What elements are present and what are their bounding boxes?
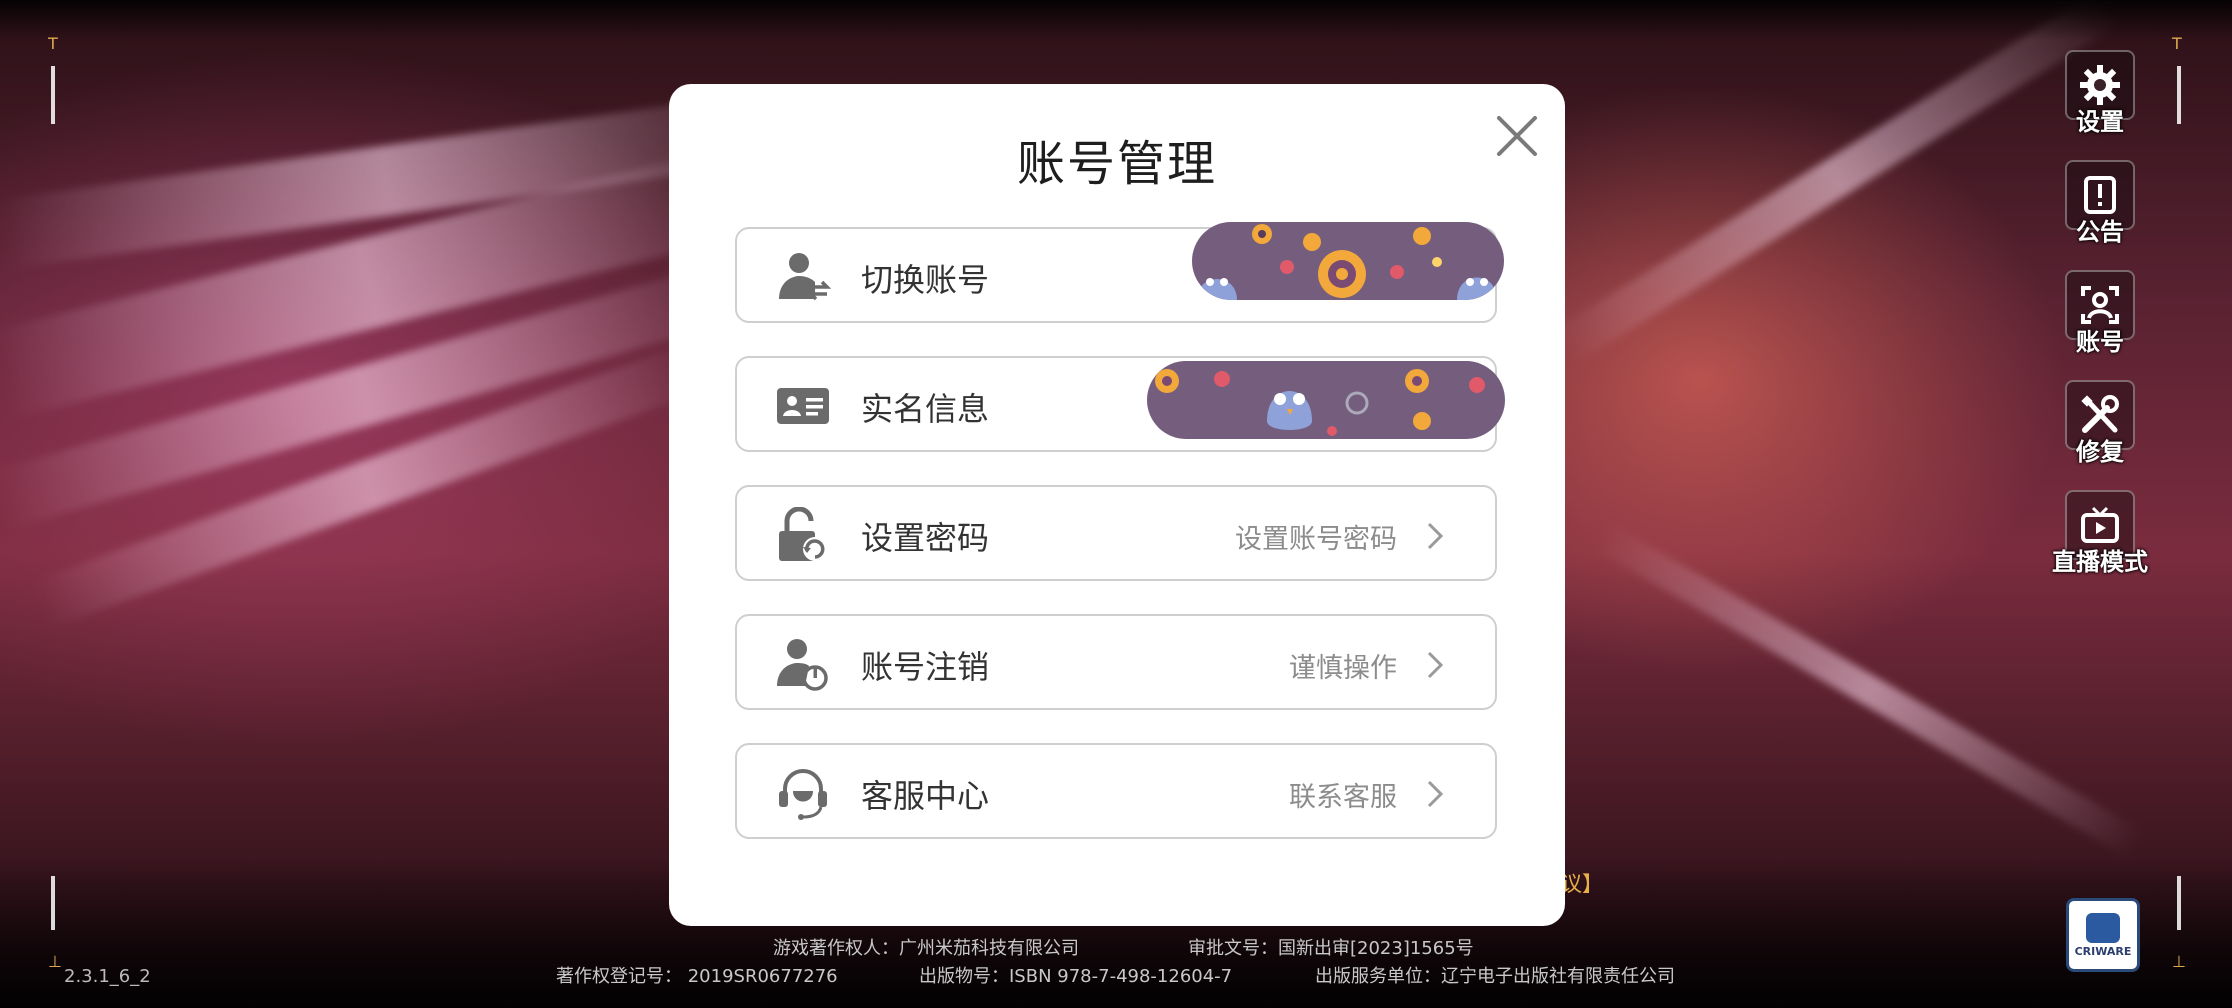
isbn-number: 出版物号：ISBN 978-7-498-12604-7: [919, 966, 1233, 987]
frame-corner-top-left: T: [48, 34, 58, 53]
headset-icon: [779, 769, 827, 820]
copyright-owner: 游戏著作权人：广州米茄科技有限公司: [773, 938, 1079, 959]
row-label: 设置密码: [861, 519, 990, 557]
redaction-sticker-realname: [1147, 361, 1505, 439]
account-management-dialog: 账号管理 切换账号 实名信息 设置密码 设置账号密码 账号注销 谨慎操作 客服中…: [669, 84, 1565, 926]
dialog-title: 账号管理: [1016, 136, 1217, 192]
sidebar-live-mode-button[interactable]: 直播模式: [2048, 490, 2152, 577]
sidebar-item-label: 直播模式: [2052, 548, 2148, 576]
row-hint: 设置账号密码: [1235, 524, 1397, 555]
row-hint: 联系客服: [1289, 782, 1397, 813]
frame-line-right-bottom: [2177, 876, 2181, 930]
frame-line-right-top: [2177, 66, 2181, 124]
user-power-icon: [777, 639, 828, 691]
criware-badge: CRIWARE: [2066, 898, 2140, 972]
sidebar-item-label: 公告: [2076, 218, 2124, 246]
frame-corner-bottom-left: ⊥: [48, 952, 62, 971]
sidebar-item-label: 修复: [2076, 438, 2124, 466]
sidebar-account-button[interactable]: 账号: [2048, 270, 2152, 357]
sidebar-item-label: 账号: [2076, 328, 2124, 356]
frame-line-left-bottom: [51, 876, 55, 930]
frame-corner-top-right: T: [2172, 34, 2182, 53]
row-hint: 谨慎操作: [1289, 653, 1397, 684]
sidebar-item-label: 设置: [2076, 108, 2124, 136]
publisher: 出版服务单位：辽宁电子出版社有限责任公司: [1315, 966, 1675, 987]
frame-corner-bottom-right: ⊥: [2172, 952, 2186, 971]
row-label: 账号注销: [861, 648, 990, 686]
sidebar-settings-button[interactable]: 设置: [2048, 50, 2152, 137]
approval-number: 审批文号：国新出审[2023]1565号: [1188, 938, 1474, 959]
chevron-right-icon: [1427, 780, 1444, 808]
customer-service-row[interactable]: 客服中心 联系客服: [735, 743, 1497, 839]
row-label: 实名信息: [861, 390, 990, 428]
row-label: 客服中心: [861, 777, 990, 815]
top-shade: [0, 0, 2232, 40]
switch-user-icon: [779, 253, 831, 301]
lock-refresh-icon: [779, 507, 827, 561]
chevron-right-icon: [1427, 522, 1444, 550]
registration-number: 著作权登记号： 2019SR0677276: [556, 966, 838, 987]
frame-line-left-top: [51, 66, 55, 124]
version-label: 2.3.1_6_2: [64, 966, 151, 987]
criware-label: CRIWARE: [2074, 944, 2132, 958]
criware-logo: [2086, 912, 2120, 943]
chevron-right-icon: [1427, 651, 1444, 679]
set-password-row[interactable]: 设置密码 设置账号密码: [735, 485, 1497, 581]
sidebar-repair-button[interactable]: 修复: [2048, 380, 2152, 467]
id-card-icon: [777, 388, 829, 424]
row-label: 切换账号: [861, 261, 990, 299]
redaction-sticker-account: [1192, 222, 1504, 300]
close-icon[interactable]: [1495, 114, 1539, 158]
sidebar-notice-button[interactable]: 公告: [2048, 160, 2152, 247]
account-deletion-row[interactable]: 账号注销 谨慎操作: [735, 614, 1497, 710]
